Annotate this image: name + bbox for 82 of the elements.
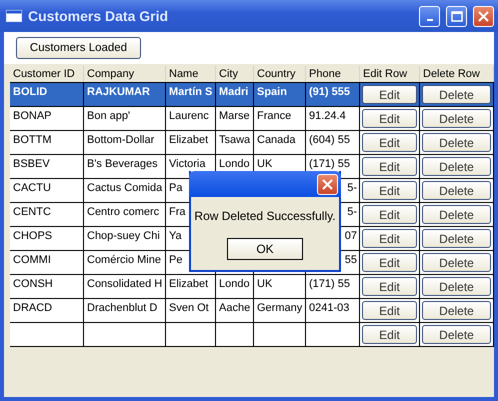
table-cell: Aache [216,298,254,322]
table-cell: CENTC [10,202,84,226]
column-header[interactable]: Country [254,66,306,82]
edit-button[interactable]: Edit [362,325,417,344]
column-header[interactable]: Name [166,66,216,82]
table-cell: BOTTM [10,130,84,154]
table-cell: 0241-03 [306,298,360,322]
table-cell: (171) 55 [306,274,360,298]
delete-button[interactable]: Delete [422,253,491,272]
column-header[interactable]: Company [84,66,166,82]
table-cell: Chop-suey Chi [84,226,166,250]
table-cell: Germany [254,298,306,322]
table-cell: Centro comerc [84,202,166,226]
close-icon [478,10,489,22]
edit-button[interactable]: Edit [362,253,417,272]
table-cell: (604) 55 [306,130,360,154]
table-cell: COMMI [10,250,84,274]
table-cell: Spain [254,82,306,106]
table-cell: Elizabet [166,274,216,298]
column-header[interactable]: Edit Row [360,66,420,82]
edit-button[interactable]: Edit [362,301,417,320]
edit-button[interactable]: Edit [362,205,417,224]
table-cell: Consolidated H [84,274,166,298]
edit-button[interactable]: Edit [362,181,417,200]
window-title: Customers Data Grid [28,8,170,24]
table-cell: RAJKUMAR [84,82,166,106]
table-cell: CHOPS [10,226,84,250]
edit-button[interactable]: Edit [362,85,417,104]
table-cell: Elizabet [166,130,216,154]
table-cell: France [254,106,306,130]
table-cell: Tsawa [216,130,254,154]
close-button[interactable] [317,174,338,194]
table-cell: Cactus Comida [84,178,166,202]
table-cell: Comércio Mine [84,250,166,274]
minimize-icon [426,19,432,21]
table-cell: 91.24.4 [306,106,360,130]
table-cell: Laurenc [166,106,216,130]
delete-button[interactable]: Delete [422,325,491,344]
table-cell: Marse [216,106,254,130]
table-cell: CONSH [10,274,84,298]
close-button[interactable] [473,6,494,26]
maximize-button[interactable] [446,6,467,26]
table-cell: UK [254,274,306,298]
column-header[interactable]: City [216,66,254,82]
table-cell: Martín S [166,82,216,106]
window-icon [6,10,22,22]
column-header[interactable]: Customer ID [10,66,84,82]
customers-loaded-button[interactable]: Customers Loaded [16,37,141,59]
delete-button[interactable]: Delete [422,181,491,200]
close-icon [322,178,333,190]
table-cell: Londo [216,274,254,298]
delete-button[interactable]: Delete [422,85,491,104]
table-cell: (91) 555 [306,82,360,106]
table-cell: BSBEV [10,154,84,178]
delete-button[interactable]: Delete [422,133,491,152]
minimize-button[interactable] [419,6,440,26]
delete-button[interactable]: Delete [422,301,491,320]
table-cell: Sven Ot [166,298,216,322]
delete-button[interactable]: Delete [422,109,491,128]
table-cell: CACTU [10,178,84,202]
column-header[interactable]: Phone [306,66,360,82]
table-cell: DRACD [10,298,84,322]
table-cell: Madri [216,82,254,106]
table-cell: BONAP [10,106,84,130]
table-cell: Bottom-Dollar [84,130,166,154]
edit-button[interactable]: Edit [362,277,417,296]
column-header[interactable]: Delete Row [420,66,494,82]
ok-button[interactable]: OK [227,238,303,260]
table-cell: Drachenblut D [84,298,166,322]
delete-button[interactable]: Delete [422,205,491,224]
edit-button[interactable]: Edit [362,109,417,128]
table-cell: BOLID [10,82,84,106]
delete-button[interactable]: Delete [422,277,491,296]
table-cell: Bon app' [84,106,166,130]
table-cell: Canada [254,130,306,154]
delete-button[interactable]: Delete [422,229,491,248]
table-cell: B's Beverages [84,154,166,178]
edit-button[interactable]: Edit [362,229,417,248]
delete-button[interactable]: Delete [422,157,491,176]
edit-button[interactable]: Edit [362,133,417,152]
maximize-icon [450,10,462,22]
edit-button[interactable]: Edit [362,157,417,176]
